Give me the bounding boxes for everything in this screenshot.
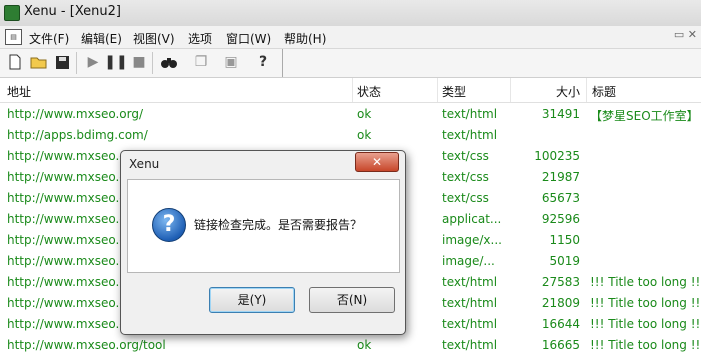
col-type[interactable]: 类型 [442,83,466,100]
copy-icon[interactable]: ❐ [192,53,210,71]
menu-options[interactable]: 选项 [188,30,212,47]
cell-type: text/css [442,191,489,205]
cell-size: 65673 [541,191,580,205]
toolbar-separator [152,52,153,74]
cell-type: image/... [442,254,495,268]
document-icon[interactable]: ▤ [5,29,22,45]
save-icon[interactable] [53,53,71,71]
close-icon[interactable]: ✕ [355,152,399,172]
menu-help[interactable]: 帮助(H) [284,30,326,47]
cell-type: text/html [442,338,498,352]
cell-type: image/x... [442,233,502,247]
cell-title: !!! Title too long !!! [590,338,701,352]
dialog-title: Xenu [129,157,160,171]
dialog-footer: 是(Y) 否(N) [127,272,398,326]
window-title: Xenu - [Xenu2] [24,4,121,19]
yes-button[interactable]: 是(Y) [209,287,295,313]
cell-size: 16644 [541,317,580,331]
table-row[interactable]: http://www.mxseo.org/ ok text/html 31491… [0,104,701,125]
cell-size: 1150 [549,233,580,247]
menu-view[interactable]: 视图(V) [133,30,175,47]
cell-state: ok [357,338,372,352]
cell-type: text/html [442,128,498,142]
cell-size: 31491 [541,107,580,121]
toolbar-separator [76,52,77,74]
col-url[interactable]: 地址 [7,83,31,100]
window-title-bar: Xenu - [Xenu2] [0,0,701,26]
dialog-message: 链接检查完成。是否需要报告？ [194,218,363,232]
table-row[interactable]: http://apps.bdimg.com/ ok text/html [0,125,701,146]
pause-icon[interactable]: ❚❚ [104,53,127,71]
cell-state: ok [357,107,372,121]
cell-type: text/html [442,275,498,289]
cell-size: 27583 [541,275,580,289]
menu-window[interactable]: 窗口(W) [226,30,271,47]
properties-icon[interactable]: ▣ [222,53,240,71]
play-icon[interactable]: ▶ [84,53,102,71]
table-header: 地址 状态 类型 大小 标题 [0,78,701,103]
col-state[interactable]: 状态 [357,83,381,100]
menu-file[interactable]: 文件(F) [29,30,69,47]
col-size[interactable]: 大小 [556,83,580,100]
cell-size: 21987 [541,170,580,184]
toolbar: ▶ ❚❚ ■ ❐ ▣ ? [0,49,701,78]
confirm-dialog: Xenu ✕ ? 链接检查完成。是否需要报告？ 是(Y) 否(N) [120,150,406,335]
column-divider[interactable] [437,78,438,102]
cell-size: 92596 [541,212,580,226]
cell-size: 100235 [534,149,580,163]
table-row[interactable]: http://www.mxseo.org/tool ok text/html 1… [0,335,701,356]
new-file-icon[interactable] [6,53,24,71]
cell-type: text/html [442,296,498,310]
mdi-window-controls[interactable]: ▭ ✕ [661,28,701,46]
question-icon: ? [152,208,186,242]
cell-type: text/css [442,149,489,163]
cell-url: http://apps.bdimg.com/ [7,128,148,142]
cell-size: 5019 [549,254,580,268]
cell-url: http://www.mxseo.org/tool [7,338,166,352]
menu-edit[interactable]: 编辑(E) [81,30,122,47]
cell-title: !!! Title too long !!! [590,296,701,310]
column-divider[interactable] [510,78,511,102]
cell-type: text/html [442,317,498,331]
cell-title: !!! Title too long !!! [590,317,701,331]
cell-type: text/css [442,170,489,184]
no-button[interactable]: 否(N) [309,287,395,313]
cell-url: http://www.mxseo.org/ [7,107,144,121]
column-divider[interactable] [586,78,587,102]
cell-title: !!! Title too long !!! [590,275,701,289]
dialog-body: ? 链接检查完成。是否需要报告？ [127,179,400,273]
cell-size: 21809 [541,296,580,310]
stop-icon[interactable]: ■ [130,53,148,71]
binoculars-icon[interactable] [160,53,178,71]
app-icon [4,5,20,21]
cell-type: text/html [442,107,498,121]
column-divider[interactable] [352,78,353,102]
menu-bar: ▤ 文件(F) 编辑(E) 视图(V) 选项 窗口(W) 帮助(H) ▭ ✕ [0,26,701,49]
cell-state: ok [357,128,372,142]
cell-size: 16665 [541,338,580,352]
cell-type: applicat... [442,212,502,226]
help-icon[interactable]: ? [254,53,272,71]
col-title[interactable]: 标题 [592,83,616,100]
open-folder-icon[interactable] [30,53,48,71]
cell-title: 【梦星SEO工作室】 [590,109,699,123]
toolbar-edge [282,49,283,77]
